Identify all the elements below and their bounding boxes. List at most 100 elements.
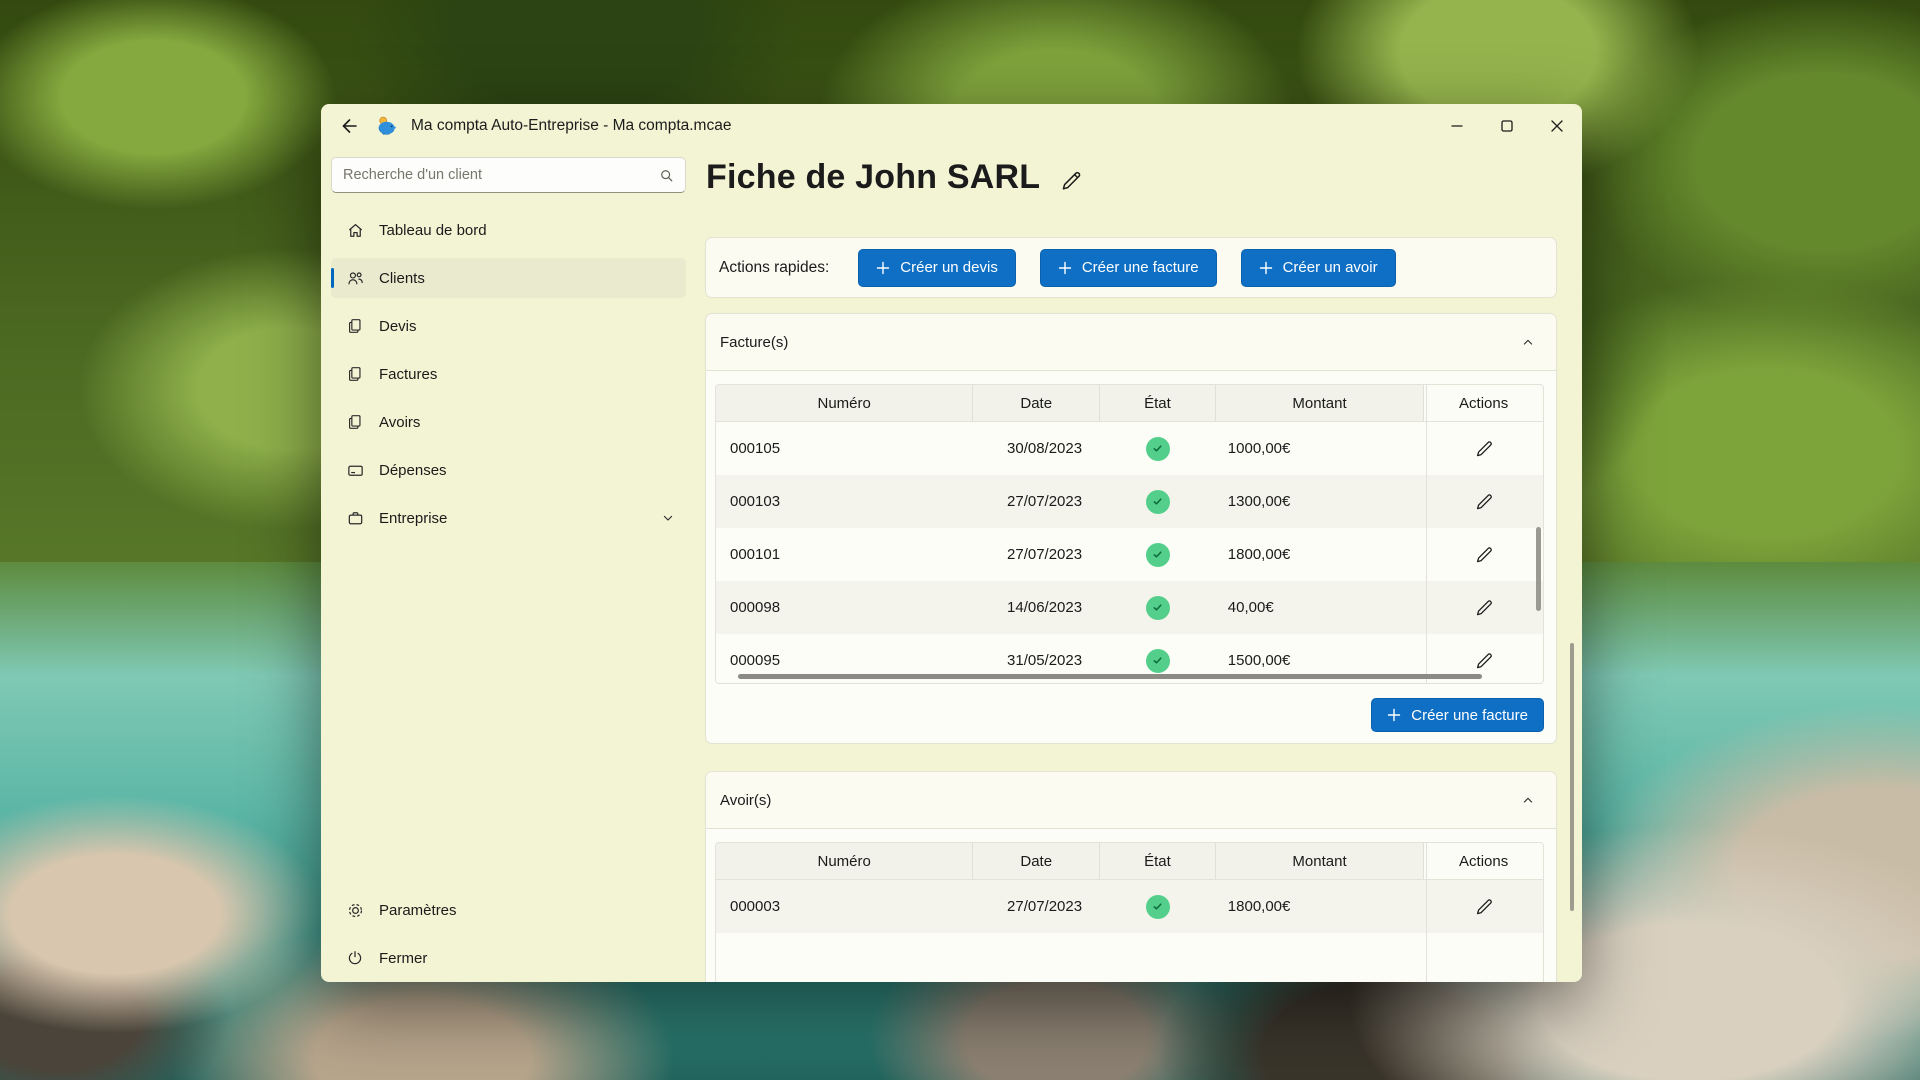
status-paid-icon <box>1146 543 1170 567</box>
client-search <box>331 157 686 193</box>
chevron-down-icon <box>660 510 676 526</box>
back-button[interactable] <box>333 110 365 142</box>
sidebar-item-label: Paramètres <box>379 902 457 919</box>
search-input[interactable] <box>332 167 658 183</box>
main-vertical-scrollbar[interactable] <box>1570 643 1574 911</box>
app-icon <box>375 115 397 137</box>
edit-row-button[interactable] <box>1473 438 1495 460</box>
table-horizontal-scrollbar[interactable] <box>738 674 1482 679</box>
column-header-actions: Actions <box>1424 843 1543 879</box>
column-header-montant: Montant <box>1216 843 1425 879</box>
button-label: Créer un avoir <box>1283 259 1378 276</box>
sidebar-item-parametres[interactable]: Paramètres <box>331 890 686 930</box>
chevron-up-icon <box>1520 792 1536 808</box>
edit-row-button[interactable] <box>1473 896 1495 918</box>
briefcase-icon <box>344 509 366 528</box>
cell-montant: 1800,00€ <box>1216 880 1425 933</box>
cell-actions <box>1424 475 1543 528</box>
cell-numero: 000105 <box>716 422 973 475</box>
cell-actions <box>1424 880 1543 933</box>
maximize-icon <box>1497 116 1517 136</box>
minimize-button[interactable] <box>1432 104 1482 148</box>
cell-numero: 000003 <box>716 880 973 933</box>
plus-icon <box>1259 261 1273 275</box>
sidebar-item-fermer[interactable]: Fermer <box>331 938 686 978</box>
column-header-numero: Numéro <box>716 843 973 879</box>
cell-date: 27/07/2023 <box>973 880 1100 933</box>
cell-date: 30/08/2023 <box>973 422 1100 475</box>
create-devis-button[interactable]: Créer un devis <box>858 249 1016 287</box>
app-window: Ma compta Auto-Entreprise - Ma compta.mc… <box>321 104 1582 982</box>
table-header-row: Numéro Date État Montant Actions <box>716 385 1543 422</box>
table-vertical-scrollbar[interactable] <box>1536 527 1541 611</box>
close-button[interactable] <box>1532 104 1582 148</box>
sidebar-item-clients[interactable]: Clients <box>331 258 686 298</box>
column-header-actions: Actions <box>1424 385 1543 421</box>
minimize-icon <box>1447 116 1467 136</box>
maximize-button[interactable] <box>1482 104 1532 148</box>
sidebar-item-label: Fermer <box>379 950 427 967</box>
cell-etat <box>1100 475 1216 528</box>
page-title-row: Fiche de John SARL <box>706 158 1084 197</box>
column-header-numero: Numéro <box>716 385 973 421</box>
cell-numero: 000103 <box>716 475 973 528</box>
create-facture-button[interactable]: Créer une facture <box>1040 249 1217 287</box>
back-arrow-icon <box>339 116 359 136</box>
sidebar-item-label: Tableau de bord <box>379 222 487 239</box>
credits-section: Avoir(s) Numéro Date État Montant Action… <box>705 771 1557 982</box>
sidebar-item-entreprise[interactable]: Entreprise <box>331 498 686 538</box>
edit-row-button[interactable] <box>1473 491 1495 513</box>
documents-icon <box>344 413 366 431</box>
plus-icon <box>1058 261 1072 275</box>
button-label: Créer un devis <box>900 259 998 276</box>
sidebar: Tableau de bord Clients Devis Factures <box>321 148 701 982</box>
quick-actions-buttons: Créer un devis Créer une facture Créer u… <box>858 249 1395 287</box>
cell-etat <box>1100 880 1216 933</box>
plus-icon <box>1387 708 1401 722</box>
create-avoir-button[interactable]: Créer un avoir <box>1241 249 1396 287</box>
page-title: Fiche de John SARL <box>706 158 1040 197</box>
cell-numero: 000101 <box>716 528 973 581</box>
sidebar-item-avoirs[interactable]: Avoirs <box>331 402 686 442</box>
cell-montant: 1300,00€ <box>1216 475 1425 528</box>
column-header-date: Date <box>973 385 1100 421</box>
pencil-icon <box>1473 438 1495 460</box>
table-row[interactable]: 000003 27/07/2023 1800,00€ <box>716 880 1543 933</box>
edit-row-button[interactable] <box>1473 544 1495 566</box>
sidebar-item-label: Devis <box>379 318 417 335</box>
chevron-up-icon <box>1520 334 1536 350</box>
sidebar-item-tableau-de-bord[interactable]: Tableau de bord <box>331 210 686 250</box>
sidebar-item-label: Entreprise <box>379 510 447 527</box>
status-paid-icon <box>1146 490 1170 514</box>
credits-title: Avoir(s) <box>720 792 771 809</box>
credits-expander-header[interactable]: Avoir(s) <box>705 771 1557 829</box>
cell-etat <box>1100 581 1216 634</box>
table-row[interactable]: 000098 14/06/2023 40,00€ <box>716 581 1543 634</box>
people-icon <box>344 269 366 288</box>
sidebar-item-factures[interactable]: Factures <box>331 354 686 394</box>
table-row[interactable]: 000103 27/07/2023 1300,00€ <box>716 475 1543 528</box>
cell-montant: 40,00€ <box>1216 581 1425 634</box>
sidebar-item-depenses[interactable]: Dépenses <box>331 450 686 490</box>
table-row[interactable]: 000101 27/07/2023 1800,00€ <box>716 528 1543 581</box>
edit-row-button[interactable] <box>1473 650 1495 672</box>
sidebar-item-devis[interactable]: Devis <box>331 306 686 346</box>
gear-icon <box>344 901 366 920</box>
button-label: Créer une facture <box>1411 707 1528 724</box>
edit-row-button[interactable] <box>1473 597 1495 619</box>
cell-montant: 1000,00€ <box>1216 422 1425 475</box>
power-icon <box>344 949 366 967</box>
invoices-table: Numéro Date État Montant Actions 000105 … <box>715 384 1544 684</box>
create-facture-bottom-button[interactable]: Créer une facture <box>1371 698 1544 732</box>
sidebar-footer: Paramètres Fermer <box>331 890 686 978</box>
window-controls <box>1432 104 1582 148</box>
edit-client-name-button[interactable] <box>1058 168 1084 194</box>
plus-icon <box>876 261 890 275</box>
table-header-row: Numéro Date État Montant Actions <box>716 843 1543 880</box>
sidebar-item-label: Clients <box>379 270 425 287</box>
invoices-expander-header[interactable]: Facture(s) <box>705 313 1557 371</box>
cell-numero: 000098 <box>716 581 973 634</box>
credits-table: Numéro Date État Montant Actions 000003 … <box>715 842 1544 982</box>
column-header-etat: État <box>1100 843 1216 879</box>
table-row[interactable]: 000105 30/08/2023 1000,00€ <box>716 422 1543 475</box>
